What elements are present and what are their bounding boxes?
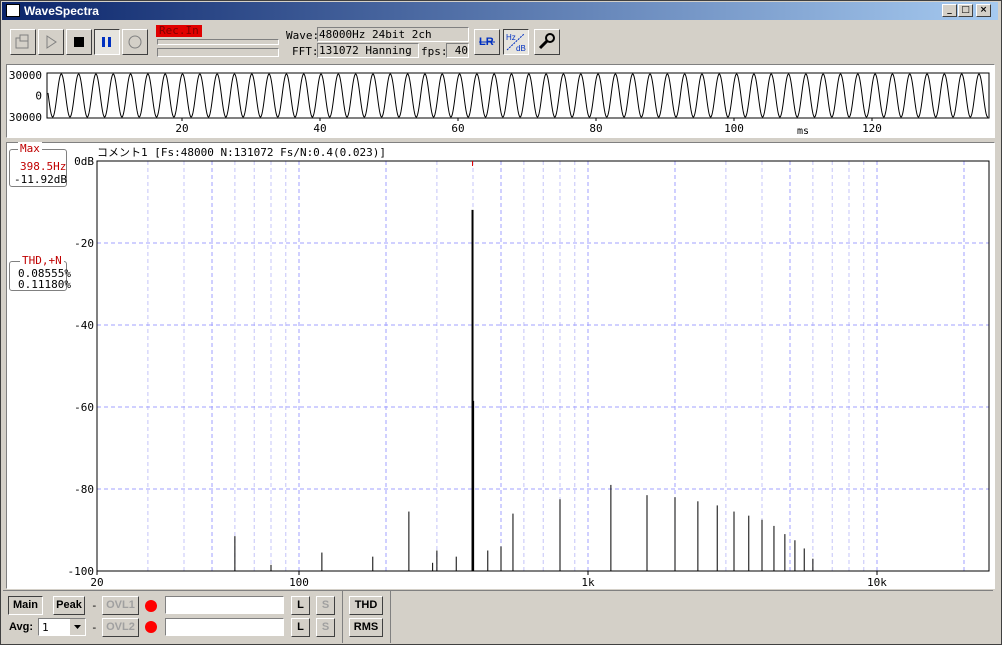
thd-title: THD,+N xyxy=(20,254,64,267)
waveform-x-unit: ms xyxy=(797,126,809,137)
max-frequency: 398.5Hz xyxy=(20,160,67,173)
stop-icon xyxy=(74,37,84,47)
wrench-icon xyxy=(538,33,555,50)
avg-select[interactable]: 1 xyxy=(38,618,86,636)
spectrum-plot: コメント1 [Fs:48000 N:131072 Fs/N:0.4(0.023)… xyxy=(68,146,990,588)
peak-button[interactable]: Peak xyxy=(53,596,85,615)
hz-icon-text: Hz xyxy=(506,33,516,42)
chevron-down-icon xyxy=(74,625,81,629)
spectrum-x-tick: 1k xyxy=(581,576,595,588)
waveform-panel[interactable]: 30000 0 -30000 20 40 60 80 100 120 ms xyxy=(6,64,995,138)
ovl2-save-button[interactable]: S xyxy=(316,618,335,637)
fps-label: fps: xyxy=(421,45,448,58)
spectrum-x-tick: 100 xyxy=(289,576,309,588)
avg-value: 1 xyxy=(42,621,49,634)
spectrum-comment: コメント1 [Fs:48000 N:131072 Fs/N:0.4(0.023)… xyxy=(97,146,386,159)
ovl2-button[interactable]: OVL2 xyxy=(102,618,139,637)
waveform-x-tick: 80 xyxy=(589,122,602,135)
spectrum-y-tick: -20 xyxy=(74,237,94,250)
waveform-y-tick: -30000 xyxy=(7,111,42,124)
thd-button[interactable]: THD xyxy=(349,596,383,615)
minimize-button[interactable]: _ xyxy=(942,4,957,17)
fft-label: FFT: xyxy=(292,45,319,58)
ovl2-load-button[interactable]: L xyxy=(291,618,310,637)
play-icon xyxy=(46,35,57,49)
dash-2: - xyxy=(91,621,98,634)
close-button[interactable]: × xyxy=(976,4,991,17)
spectrum-panel[interactable]: コメント1 [Fs:48000 N:131072 Fs/N:0.4(0.023)… xyxy=(6,142,995,589)
input-level-meter-1 xyxy=(157,39,279,45)
settings-button[interactable] xyxy=(534,29,560,55)
ovl1-record-icon[interactable] xyxy=(145,600,157,612)
pause-button[interactable] xyxy=(94,29,120,55)
waveform-trace xyxy=(47,73,989,118)
play-button[interactable] xyxy=(38,29,64,55)
ovl2-record-icon[interactable] xyxy=(145,621,157,633)
dash-1: - xyxy=(91,599,98,612)
fps-field[interactable]: 40 xyxy=(446,43,469,58)
avg-dropdown-button[interactable] xyxy=(69,619,85,635)
window-title: WaveSpectra xyxy=(24,4,99,18)
waveform-x-tick: 40 xyxy=(313,122,326,135)
waveform-x-tick: 120 xyxy=(862,122,882,135)
max-title: Max xyxy=(18,142,42,155)
rec-in-indicator: Rec.In xyxy=(156,25,202,37)
thdn-value: 0.11180% xyxy=(18,278,71,291)
ovl1-load-button[interactable]: L xyxy=(291,596,310,615)
maximize-button[interactable]: □ xyxy=(958,4,973,17)
fft-size-field[interactable]: 131072 Hanning xyxy=(317,43,419,58)
spectrum-y-tick: -80 xyxy=(74,483,94,496)
bottom-bar xyxy=(3,590,993,643)
spectrum-y-tick: -40 xyxy=(74,319,94,332)
spectrum-x-tick: 10k xyxy=(867,576,887,588)
pause-icon xyxy=(102,37,111,47)
max-readout-box: Max 398.5Hz -11.92dB xyxy=(9,142,67,187)
hz-db-icon: Hz dB xyxy=(506,33,526,53)
open-file-button[interactable] xyxy=(10,29,36,55)
wave-format-field: 48000Hz 24bit 2ch xyxy=(317,27,469,42)
main-button[interactable]: Main xyxy=(8,596,43,615)
spectrum-y-tick: -60 xyxy=(74,401,94,414)
waveform-y-tick: 0 xyxy=(35,90,42,103)
max-level: -11.92dB xyxy=(14,173,67,186)
hz-db-scale-button[interactable]: Hz dB xyxy=(503,29,529,55)
waveform-plot: 30000 0 -30000 20 40 60 80 100 120 ms xyxy=(7,69,990,137)
app-icon xyxy=(6,4,20,17)
bottom-divider-1 xyxy=(342,591,343,643)
record-button[interactable] xyxy=(122,29,148,55)
spectrum-x-tick: 20 xyxy=(90,576,103,588)
waveform-x-tick: 60 xyxy=(451,122,464,135)
folder-icon xyxy=(15,34,29,49)
ovl1-save-button[interactable]: S xyxy=(316,596,335,615)
ovl2-name-field[interactable] xyxy=(165,618,284,636)
bottom-divider-2 xyxy=(390,591,391,643)
db-icon-text: dB xyxy=(516,44,526,53)
rms-button[interactable]: RMS xyxy=(349,618,383,637)
avg-label: Avg: xyxy=(9,621,34,633)
waveform-y-tick: 30000 xyxy=(9,69,42,82)
waveform-x-tick: 100 xyxy=(724,122,744,135)
ovl1-name-field[interactable] xyxy=(165,596,284,614)
lr-channel-button[interactable]: LR xyxy=(474,29,500,55)
input-level-meter-2 xyxy=(157,48,279,57)
spectrum-y-tick: 0dB xyxy=(74,155,94,168)
waveform-x-tick: 20 xyxy=(175,122,188,135)
stop-button[interactable] xyxy=(66,29,92,55)
ovl1-button[interactable]: OVL1 xyxy=(102,596,139,615)
lr-icon: LR xyxy=(479,36,495,48)
thd-readout-box: THD,+N 0.08555% 0.11180% xyxy=(9,254,71,291)
wave-label: Wave: xyxy=(286,29,320,42)
record-icon xyxy=(128,35,142,49)
title-bar[interactable]: WaveSpectra xyxy=(2,2,998,20)
